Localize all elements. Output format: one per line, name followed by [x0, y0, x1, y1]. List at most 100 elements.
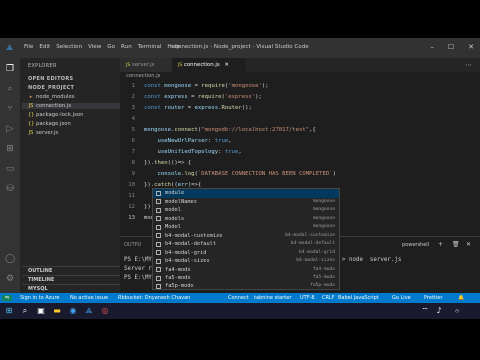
symbol-icon — [156, 190, 161, 196]
suggestion-item[interactable]: b4-modal-grid b4-modal-grid — [153, 249, 339, 258]
line-number: 2 — [131, 94, 135, 100]
line-number: 4 — [131, 116, 135, 122]
breadcrumb-file[interactable]: connection.js — [126, 73, 160, 79]
line-number: 10 — [128, 182, 135, 188]
suggestion-item[interactable]: b4-modal-default b4-modal-default — [153, 240, 339, 249]
suggestion-item[interactable]: fa4-modx fa4-modx — [153, 266, 339, 275]
trash-icon[interactable]: 🗑 — [452, 241, 460, 248]
letterbox-bottom — [0, 319, 480, 360]
symbol-icon — [156, 199, 161, 204]
code-line-1: const mongoose = require('mongoose'); — [144, 83, 269, 89]
suggestion-item[interactable]: Model mongoose — [153, 223, 339, 232]
suggestion-item[interactable]: model mongoose — [153, 206, 339, 215]
status-prettier[interactable]: Prettier — [424, 295, 442, 301]
open-editors-section[interactable]: OPEN EDITORS — [28, 76, 73, 82]
run-debug-icon[interactable]: ▷ — [5, 124, 15, 134]
code-line-6: useNewUrlParser: true, — [157, 138, 232, 144]
tree-item-package-json[interactable]: {} package.json — [28, 121, 71, 127]
snippet-icon — [156, 241, 161, 247]
tree-item-server-js[interactable]: JS server.js — [28, 130, 59, 136]
status-tabnine[interactable]: tabnine starter — [254, 295, 291, 301]
settings-gear-icon[interactable]: ⚙ — [5, 274, 15, 284]
symbol-icon — [156, 224, 161, 230]
window-controls: – ☐ ✕ — [430, 43, 474, 51]
remote-indicator-icon[interactable]: ⇋ — [2, 294, 13, 301]
minimize-icon[interactable]: – — [430, 43, 434, 51]
line-number: 5 — [131, 127, 135, 133]
window-title: connection.js - Node_project - Visual St… — [171, 44, 309, 50]
snippet-icon — [156, 250, 161, 255]
status-connect[interactable]: Connect — [228, 295, 249, 301]
line-number: 9 — [131, 171, 135, 177]
tree-item-package-lock[interactable]: {} package-lock.json — [28, 112, 83, 118]
status-go-live[interactable]: Go Live — [392, 295, 411, 301]
autocomplete-popup[interactable]: module modelNames mongoose model mongoose … — [152, 188, 340, 290]
chrome-icon[interactable]: ◎ — [100, 306, 110, 316]
clock-icon[interactable]: ◷ — [452, 306, 462, 316]
symbol-icon — [156, 207, 161, 213]
snippet-icon — [156, 233, 161, 238]
close-tab-icon[interactable]: ✕ — [224, 62, 229, 68]
mysql-section[interactable]: MYSQL — [22, 284, 120, 293]
status-sign-in[interactable]: Sign in to Azure — [20, 295, 60, 301]
snippet-icon — [156, 283, 161, 289]
vscode-taskbar-icon[interactable]: ⟁ — [84, 306, 94, 316]
maximize-icon[interactable]: ☐ — [448, 43, 454, 51]
title-bar: ⟁ File Edit Selection View Go Run Termin… — [0, 38, 480, 58]
status-encoding[interactable]: UTF-8 — [300, 295, 315, 301]
folder-icon: ▸ — [29, 94, 33, 100]
suggestion-item[interactable]: b4-modal-sizes b4-modal-sizes — [153, 257, 339, 266]
tree-item-connection-js[interactable]: JS connection.js — [22, 103, 120, 109]
add-terminal-icon[interactable]: + — [438, 241, 443, 248]
tree-item-node-modules[interactable]: ▸ node_modules — [28, 94, 75, 100]
search-icon[interactable]: ⌕ — [20, 306, 30, 316]
suggestion-item[interactable]: b4-modal-customize b4-modal-customize — [153, 232, 339, 241]
terminal-selector[interactable]: powershell — [402, 242, 429, 248]
file-explorer-icon[interactable]: ▬ — [52, 306, 62, 316]
line-number: 11 — [128, 193, 135, 199]
activity-bar: ❐ ⌕ ⑂ ▷ ⊞ ▭ ⛁ ◯ ⚙ — [0, 58, 20, 293]
panel-tab-output[interactable]: OUTPU — [124, 242, 141, 248]
js-file-icon: JS — [178, 63, 183, 68]
suggestion-item[interactable]: models mongoose — [153, 215, 339, 224]
explorer-sidebar: EXPLORER OPEN EDITORS NODE_PROJECT ▸ node… — [20, 58, 120, 293]
status-language[interactable]: Babel JavaScript — [338, 295, 379, 301]
suggestion-item[interactable]: module — [153, 189, 339, 198]
status-eol[interactable]: CRLF — [322, 295, 335, 301]
code-line-8: }).then(()=> { — [144, 160, 192, 166]
explorer-icon[interactable]: ❐ — [5, 64, 15, 74]
suggestion-item[interactable]: fa5p-modx fa5p-modx — [153, 282, 339, 289]
editor-tabs: JS server.js JS connection.js ✕ ⋯ — [120, 58, 480, 72]
task-view-icon[interactable]: ▣ — [36, 306, 46, 316]
windows-start-icon[interactable]: ⊞ — [4, 306, 14, 316]
tab-server-js[interactable]: JS server.js — [120, 58, 178, 72]
search-icon[interactable]: ⌕ — [5, 84, 15, 94]
line-number: 6 — [131, 138, 135, 144]
more-actions-icon[interactable]: ⋯ — [465, 61, 472, 69]
snippet-icon — [156, 258, 161, 264]
account-icon[interactable]: ◯ — [5, 254, 15, 264]
timeline-section[interactable]: TIMELINE — [22, 275, 120, 284]
status-bitbucket[interactable]: Rbbucket: Dnyanesh Chavan — [118, 295, 190, 301]
notifications-bell-icon[interactable]: 🔔 — [458, 295, 464, 301]
suggestion-item[interactable]: modelNames mongoose — [153, 198, 339, 207]
status-no-issue[interactable]: No active issue — [70, 295, 108, 301]
snippet-icon — [156, 267, 161, 272]
network-icon[interactable]: ⌔ — [420, 306, 430, 316]
extensions-icon[interactable]: ⊞ — [5, 144, 15, 154]
close-panel-icon[interactable]: ✕ — [466, 241, 471, 248]
explorer-header: EXPLORER — [28, 63, 57, 69]
database-icon[interactable]: ⛁ — [5, 184, 15, 194]
line-number: 7 — [131, 149, 135, 155]
project-folder[interactable]: NODE_PROJECT — [28, 85, 74, 91]
volume-icon[interactable]: ♪ — [434, 306, 444, 316]
outline-section[interactable]: OUTLINE — [22, 266, 120, 275]
edge-browser-icon[interactable]: ◉ — [68, 306, 78, 316]
close-icon[interactable]: ✕ — [468, 43, 474, 51]
terminal-line-2: Server ru — [124, 266, 156, 272]
js-file-icon: JS — [28, 130, 34, 136]
remote-explorer-icon[interactable]: ▭ — [5, 164, 15, 174]
tab-connection-js[interactable]: JS connection.js ✕ — [172, 58, 246, 72]
source-control-icon[interactable]: ⑂ — [5, 104, 15, 114]
code-line-12: }) — [144, 204, 151, 210]
